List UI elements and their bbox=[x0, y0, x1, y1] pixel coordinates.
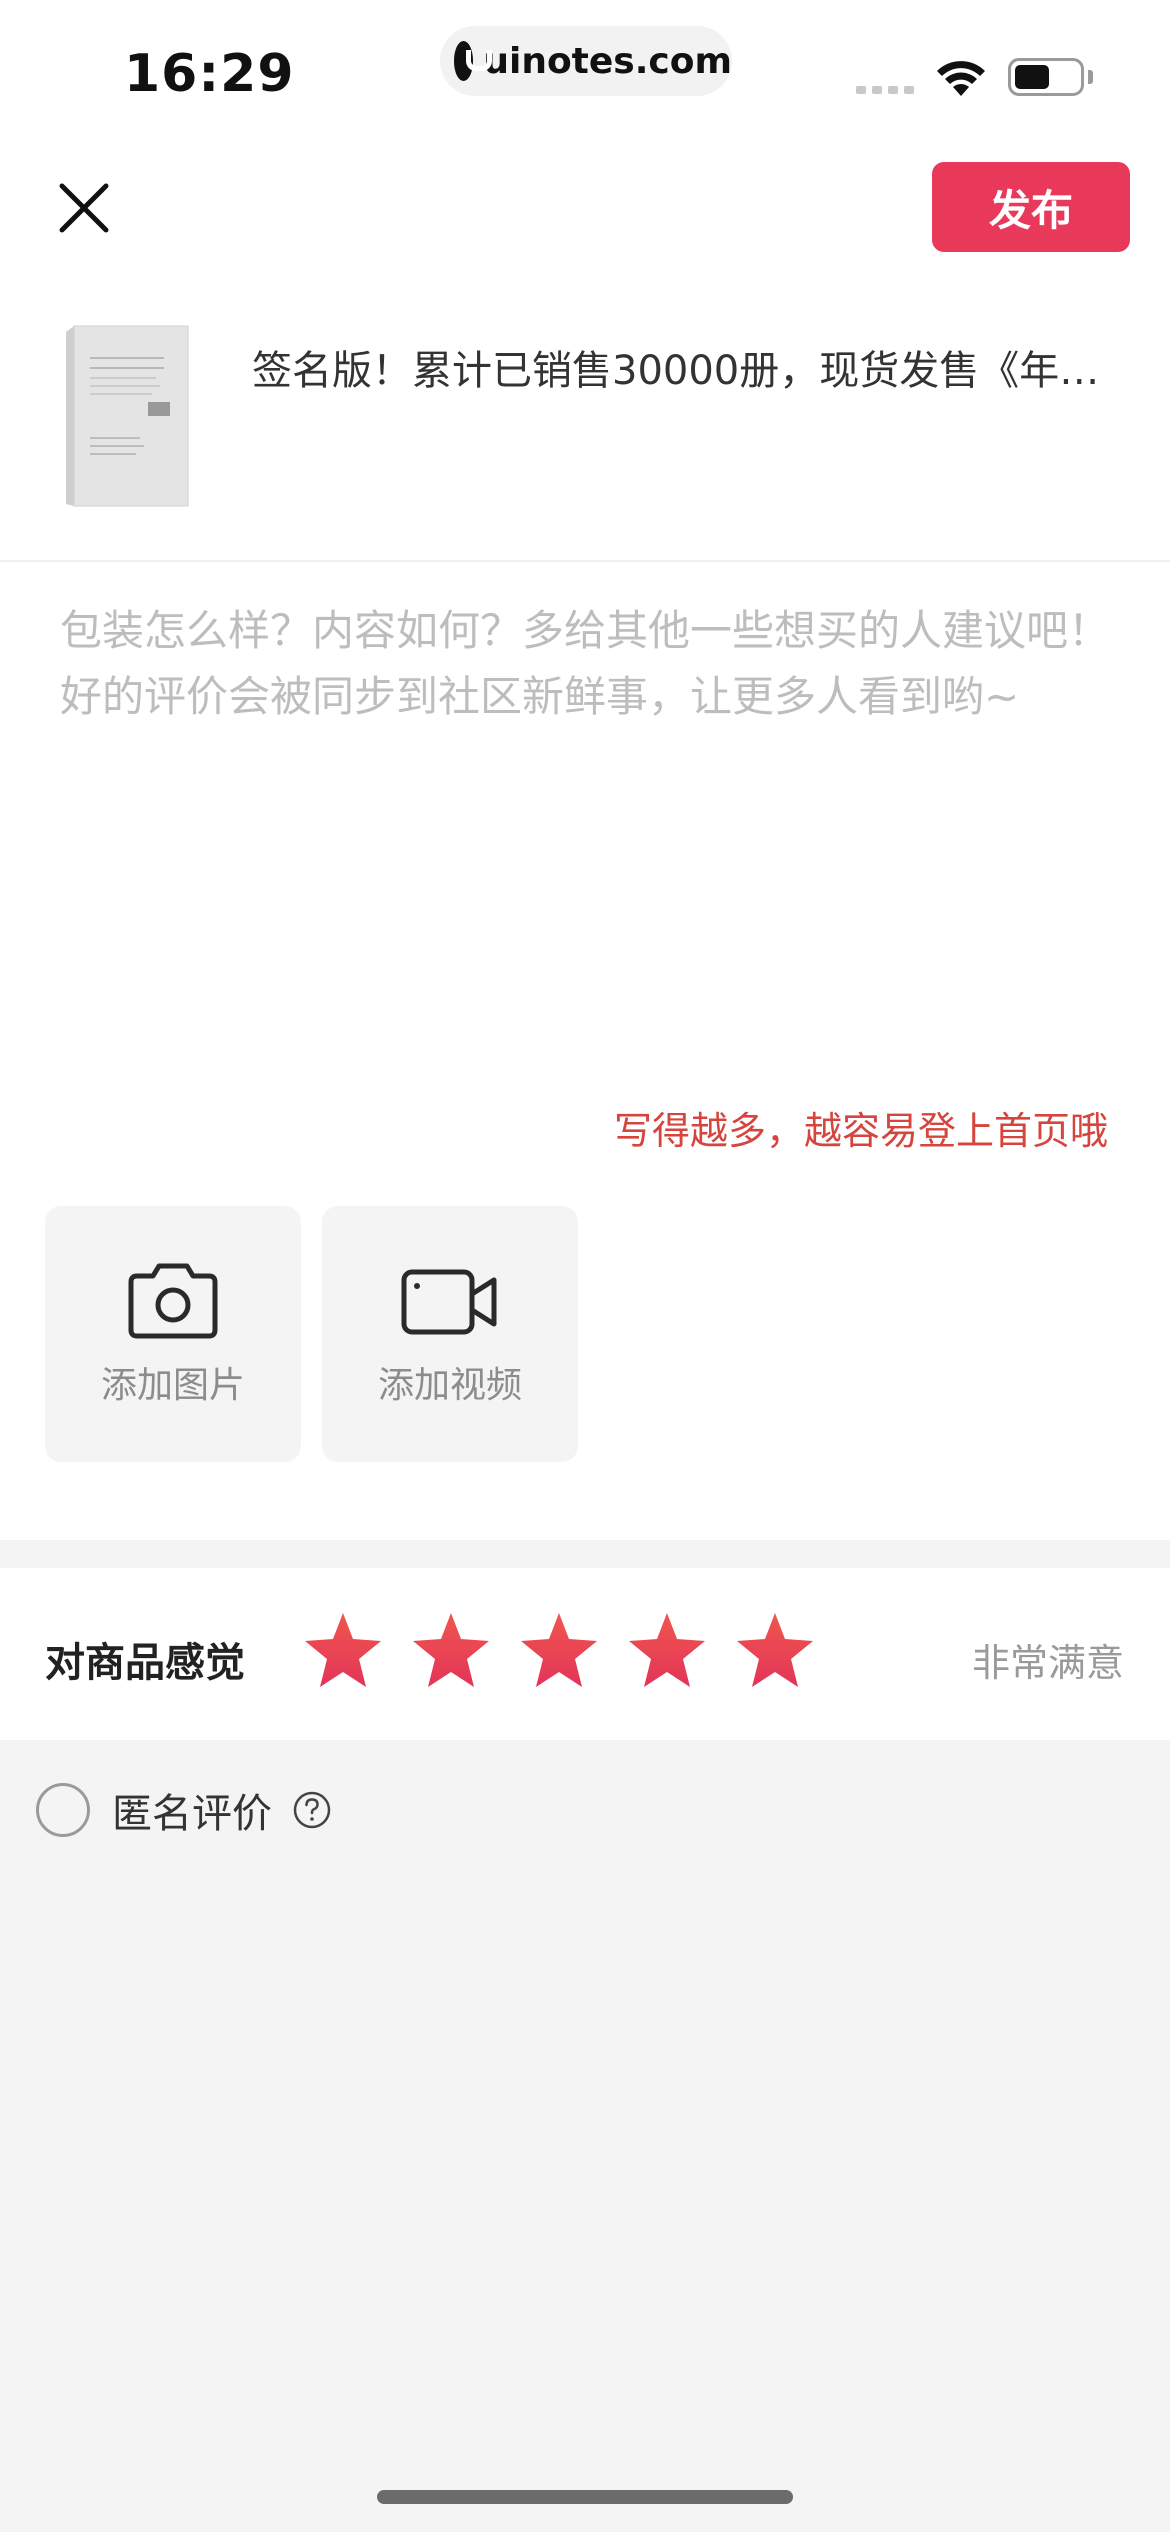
anonymous-radio[interactable] bbox=[36, 1783, 90, 1837]
anonymous-label: 匿名评价 bbox=[112, 1791, 272, 1837]
wifi-icon bbox=[937, 61, 985, 96]
review-page: 16:29 uinotes.com 发布 签名版！累计已销售30000册，现货发… bbox=[0, 0, 1170, 2532]
encourage-hint: 写得越多，越容易登上首页哦 bbox=[613, 1109, 1108, 1153]
cellular-signal-icon bbox=[856, 86, 914, 94]
rating-label: 对商品感觉 bbox=[45, 1640, 245, 1686]
rating-section: 对商品感觉 非常满意 bbox=[0, 1568, 1170, 1740]
question-mark-icon[interactable] bbox=[292, 1790, 332, 1830]
rating-result-text: 非常满意 bbox=[971, 1641, 1124, 1685]
publish-button[interactable]: 发布 bbox=[932, 162, 1130, 252]
star-rating bbox=[302, 1610, 816, 1692]
product-thumbnail[interactable] bbox=[60, 318, 196, 508]
product-title[interactable]: 签名版！累计已销售30000册，现货发售《年轻设计师的七堂课》 bbox=[252, 338, 1132, 396]
status-time: 16:29 bbox=[124, 44, 295, 104]
star-icon-3[interactable] bbox=[518, 1610, 600, 1692]
video-camera-icon bbox=[401, 1269, 497, 1335]
battery-icon bbox=[1008, 58, 1084, 96]
url-pill[interactable]: uinotes.com bbox=[440, 26, 732, 96]
add-video-label: 添加视频 bbox=[377, 1365, 522, 1406]
site-logo-icon bbox=[454, 41, 493, 81]
add-photo-label: 添加图片 bbox=[100, 1365, 245, 1406]
add-video-button[interactable]: 添加视频 bbox=[322, 1206, 578, 1462]
review-textarea[interactable] bbox=[60, 598, 1120, 1038]
star-icon-2[interactable] bbox=[410, 1610, 492, 1692]
url-text: uinotes.com bbox=[483, 40, 732, 82]
star-icon-1[interactable] bbox=[302, 1610, 384, 1692]
add-photo-button[interactable]: 添加图片 bbox=[45, 1206, 301, 1462]
star-icon-5[interactable] bbox=[734, 1610, 816, 1692]
section-divider bbox=[0, 560, 1170, 562]
anonymous-option[interactable]: 匿名评价 bbox=[36, 1780, 332, 1840]
battery-tip bbox=[1088, 70, 1093, 84]
star-icon-4[interactable] bbox=[626, 1610, 708, 1692]
home-indicator[interactable] bbox=[377, 2490, 793, 2504]
close-icon bbox=[59, 183, 109, 233]
camera-icon bbox=[128, 1263, 218, 1339]
close-button[interactable] bbox=[48, 172, 120, 244]
